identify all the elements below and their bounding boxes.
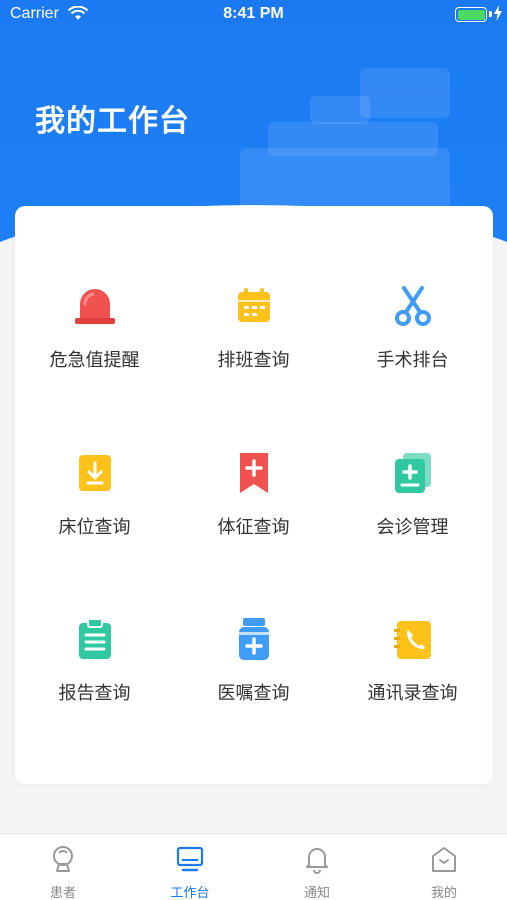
tile-label: 手术排台 bbox=[376, 350, 449, 371]
charging-bolt-icon bbox=[494, 5, 502, 21]
tab-label: 我的 bbox=[430, 886, 457, 900]
decor-shape bbox=[360, 68, 450, 118]
bottom-tab-bar: 患者 工作台 通知 我的 bbox=[0, 833, 507, 900]
tab-workbench[interactable]: 工作台 bbox=[127, 834, 253, 900]
tile-vital-signs[interactable]: 体征查询 bbox=[174, 449, 333, 589]
bed-download-icon bbox=[79, 455, 111, 491]
tile-label: 报告查询 bbox=[58, 683, 131, 704]
tile-contacts-query[interactable]: 通讯录查询 bbox=[333, 615, 492, 755]
alarm-icon bbox=[75, 289, 115, 324]
tab-notifications[interactable]: 通知 bbox=[254, 834, 380, 900]
home-icon bbox=[432, 847, 456, 872]
tile-report-query[interactable]: 报告查询 bbox=[15, 615, 174, 755]
decor-shape bbox=[268, 122, 438, 156]
tile-schedule-query[interactable]: 排班查询 bbox=[174, 282, 333, 422]
bookmark-plus-icon bbox=[240, 453, 268, 493]
tile-label: 体征查询 bbox=[217, 517, 290, 538]
clock: 8:41 PM bbox=[223, 5, 284, 22]
tile-label: 危急值提醒 bbox=[49, 350, 140, 371]
tile-medical-orders[interactable]: 医嘱查询 bbox=[174, 615, 333, 755]
tab-patients[interactable]: 患者 bbox=[0, 834, 126, 900]
calendar-icon bbox=[238, 288, 270, 322]
tile-label: 通讯录查询 bbox=[367, 683, 458, 704]
status-bar: Carrier 8:41 PM bbox=[0, 0, 507, 30]
medicine-bottle-icon bbox=[239, 618, 269, 660]
tile-consultation[interactable]: 会诊管理 bbox=[333, 449, 492, 589]
battery-icon bbox=[455, 7, 487, 22]
tab-label: 通知 bbox=[303, 886, 330, 900]
workbench-card: 危急值提醒 排班查询 手术排台 床位查询 体征查询 会诊管理 报告查询 医嘱查询… bbox=[15, 206, 493, 784]
tile-label: 会诊管理 bbox=[376, 517, 449, 538]
page-title: 我的工作台 bbox=[35, 104, 190, 139]
battery-tip bbox=[489, 11, 492, 17]
tile-label: 床位查询 bbox=[58, 517, 131, 538]
feature-grid: 危急值提醒 排班查询 手术排台 床位查询 体征查询 会诊管理 报告查询 医嘱查询… bbox=[15, 206, 493, 784]
tile-bed-query[interactable]: 床位查询 bbox=[15, 449, 174, 589]
clipboard-icon bbox=[79, 618, 111, 659]
phone-book-icon bbox=[394, 621, 431, 659]
scissors-icon bbox=[395, 286, 431, 326]
bell-icon bbox=[306, 848, 328, 874]
tab-label: 患者 bbox=[49, 886, 76, 900]
consult-icon bbox=[395, 453, 431, 493]
tile-critical-alert[interactable]: 危急值提醒 bbox=[15, 282, 174, 422]
tile-label: 医嘱查询 bbox=[217, 683, 290, 704]
tab-label: 工作台 bbox=[170, 886, 210, 900]
tile-label: 排班查询 bbox=[217, 350, 290, 371]
tile-surgery-arrange[interactable]: 手术排台 bbox=[333, 282, 492, 422]
monitor-icon bbox=[176, 846, 204, 872]
tab-mine[interactable]: 我的 bbox=[381, 834, 507, 900]
patient-icon bbox=[53, 846, 73, 872]
